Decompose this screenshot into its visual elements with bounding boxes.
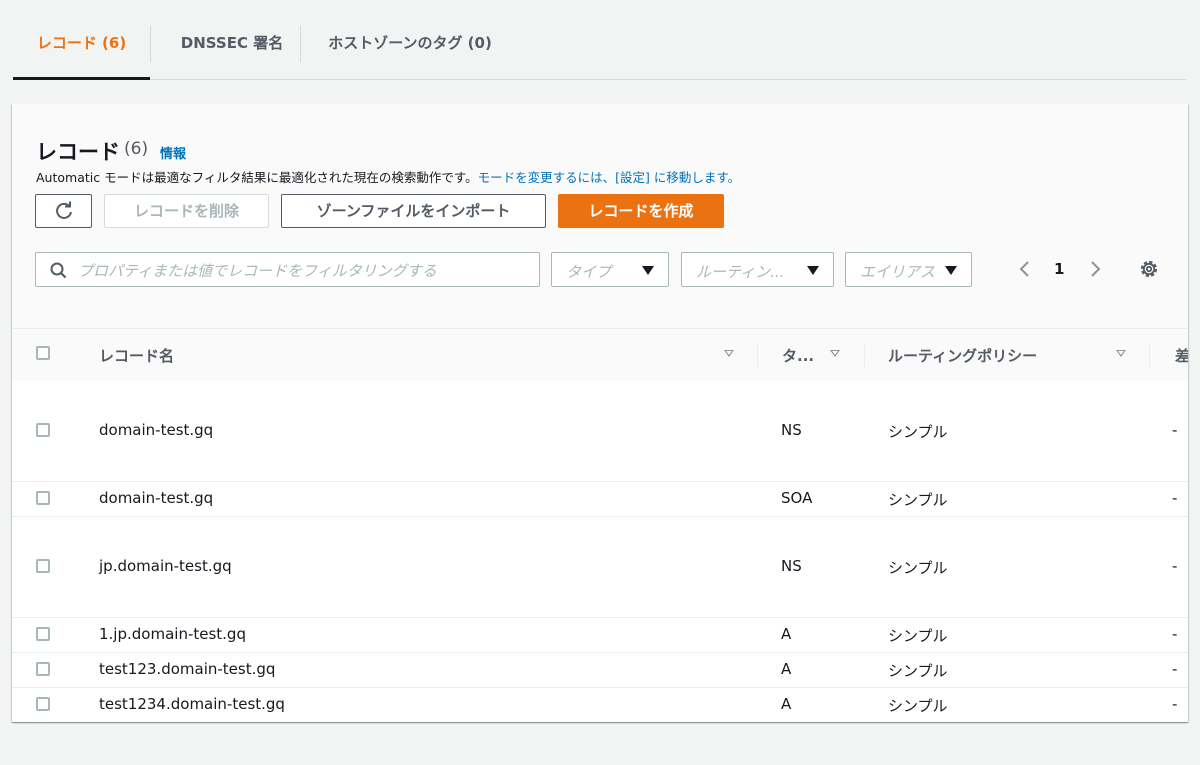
- description-text: Automatic モードは最適なフィルタ結果に最適化された現在の検索動作です。: [36, 170, 478, 185]
- record-name: domain-test.gq: [99, 421, 214, 439]
- caret-down-icon: [807, 266, 819, 275]
- create-record-button[interactable]: レコードを作成: [558, 194, 724, 228]
- record-name: test123.domain-test.gq: [99, 660, 276, 678]
- column-divider[interactable]: [1149, 343, 1150, 367]
- sort-icon[interactable]: [724, 350, 734, 357]
- record-type: A: [781, 660, 792, 678]
- sort-icon[interactable]: [1116, 350, 1126, 357]
- row-checkbox[interactable]: [36, 697, 50, 711]
- refresh-icon: [55, 201, 72, 219]
- import-zone-file-button[interactable]: ゾーンファイルをインポート: [281, 194, 546, 228]
- table-row[interactable]: domain-test.gq SOA シンプル -: [12, 482, 1188, 517]
- table-row[interactable]: domain-test.gq NS シンプル -: [12, 381, 1188, 482]
- search-input[interactable]: [76, 253, 530, 288]
- routing-policy: シンプル: [888, 697, 948, 715]
- alias-value: -: [1172, 625, 1178, 643]
- records-table-header: レコード名 タ... ルーティングポリシー 差: [12, 328, 1188, 382]
- records-panel: レコード (6) 情報 Automatic モードは最適なフィルタ結果に最適化さ…: [12, 104, 1188, 722]
- record-name: test1234.domain-test.gq: [99, 695, 285, 713]
- routing-policy: シンプル: [888, 662, 948, 680]
- row-checkbox[interactable]: [36, 627, 50, 641]
- info-link[interactable]: 情報: [160, 143, 186, 162]
- select-all-checkbox[interactable]: [36, 346, 50, 360]
- column-divider[interactable]: [757, 343, 758, 367]
- sort-icon[interactable]: [830, 350, 840, 357]
- previous-page-icon[interactable]: [1018, 259, 1032, 279]
- alias-value: -: [1172, 421, 1178, 439]
- settings-link[interactable]: モードを変更するには、[設定] に移動します。: [478, 170, 740, 185]
- caret-down-icon: [642, 266, 654, 275]
- tab-divider: [150, 26, 151, 62]
- routing-filter-select[interactable]: ルーティン...: [681, 252, 834, 287]
- routing-policy: シンプル: [888, 559, 948, 577]
- table-row[interactable]: 1.jp.domain-test.gq A シンプル -: [12, 618, 1188, 653]
- table-row[interactable]: jp.domain-test.gq NS シンプル -: [12, 517, 1188, 618]
- row-checkbox[interactable]: [36, 662, 50, 676]
- row-checkbox[interactable]: [36, 423, 50, 437]
- tab-bar: レコード (6) DNSSEC 署名 ホストゾーンのタグ (0): [13, 0, 1186, 80]
- routing-filter-value: ルーティン...: [696, 263, 785, 281]
- alias-value: -: [1172, 660, 1178, 678]
- record-type: A: [781, 695, 792, 713]
- column-header-type[interactable]: タ...: [782, 345, 814, 366]
- gear-icon[interactable]: [1138, 258, 1160, 280]
- alias-value: -: [1172, 489, 1178, 507]
- record-name: 1.jp.domain-test.gq: [99, 625, 246, 643]
- current-page-number[interactable]: 1: [1054, 260, 1064, 278]
- alias-value: -: [1172, 557, 1178, 575]
- alias-value: -: [1172, 695, 1178, 713]
- alias-filter-select[interactable]: エイリアス: [845, 252, 972, 287]
- column-header-alias[interactable]: 差: [1175, 345, 1188, 366]
- next-page-icon[interactable]: [1088, 259, 1102, 279]
- record-count: (6): [124, 139, 149, 159]
- type-filter-select[interactable]: タイプ: [551, 252, 669, 287]
- routing-policy: シンプル: [888, 423, 948, 441]
- record-name: domain-test.gq: [99, 489, 214, 507]
- alias-filter-value: エイリアス: [860, 263, 936, 281]
- search-mode-description: Automatic モードは最適なフィルタ結果に最適化された現在の検索動作です。…: [36, 167, 740, 186]
- column-header-record-name[interactable]: レコード名: [99, 345, 174, 366]
- refresh-button[interactable]: [35, 194, 92, 228]
- record-type: NS: [781, 421, 802, 439]
- record-type: SOA: [781, 489, 813, 507]
- row-checkbox[interactable]: [36, 559, 50, 573]
- tab-dnssec-signing[interactable]: DNSSEC 署名: [163, 0, 301, 78]
- tab-records[interactable]: レコード (6): [13, 0, 150, 80]
- type-filter-value: タイプ: [566, 263, 612, 281]
- record-type: A: [781, 625, 792, 643]
- routing-policy: シンプル: [888, 627, 948, 645]
- tab-hosted-zone-tags[interactable]: ホストゾーンのタグ (0): [310, 0, 510, 78]
- routing-policy: シンプル: [888, 491, 948, 509]
- search-icon: [50, 262, 67, 279]
- column-header-routing-policy[interactable]: ルーティングポリシー: [888, 345, 1037, 366]
- record-name: jp.domain-test.gq: [99, 557, 232, 575]
- record-filter-search[interactable]: [35, 252, 540, 288]
- caret-down-icon: [945, 266, 957, 275]
- table-row[interactable]: test123.domain-test.gq A シンプル -: [12, 653, 1188, 688]
- tab-divider: [300, 26, 301, 62]
- row-checkbox[interactable]: [36, 491, 50, 505]
- table-row[interactable]: test1234.domain-test.gq A シンプル -: [12, 688, 1188, 722]
- delete-record-button[interactable]: レコードを削除: [104, 194, 269, 228]
- panel-title: レコード: [36, 140, 120, 164]
- column-divider[interactable]: [864, 343, 865, 367]
- records-panel-header: レコード (6) 情報 Automatic モードは最適なフィルタ結果に最適化さ…: [12, 104, 1188, 328]
- record-type: NS: [781, 557, 802, 575]
